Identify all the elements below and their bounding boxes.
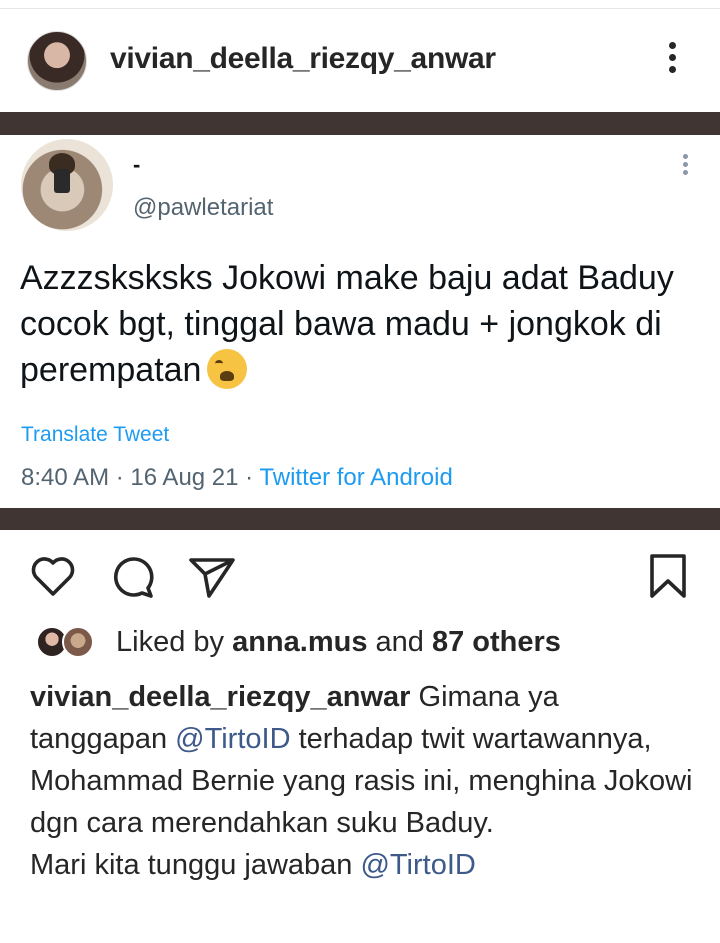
tweet-meta: 8:40 AM · 16 Aug 21 · Twitter for Androi… xyxy=(21,464,453,492)
tweet-display-name: - xyxy=(133,152,141,177)
tweet-body: Azzzsksksks Jokowi make baju adat Baduy … xyxy=(20,259,674,389)
likes-text: Liked by anna.mus and 87 others xyxy=(116,626,561,659)
post-header: vivian_deella_riezqy_anwar xyxy=(0,14,720,106)
bookmark-icon[interactable] xyxy=(640,548,696,604)
tweet-date: 16 Aug 21 xyxy=(130,464,239,491)
meta-separator: · xyxy=(238,464,260,491)
post-action-bar xyxy=(0,548,720,604)
heart-icon[interactable] xyxy=(25,548,81,604)
send-icon[interactable] xyxy=(183,548,239,604)
tweet-more-icon xyxy=(680,154,690,184)
tweet-top-border xyxy=(0,112,720,135)
liker-avatar xyxy=(62,626,94,658)
likes-others-count[interactable]: 87 others xyxy=(432,626,561,658)
liker-username[interactable]: anna.mus xyxy=(232,626,367,658)
crying-face-emoji-icon xyxy=(207,349,248,389)
tweet-screenshot: - @pawletariat Azzzsksksks Jokowi make b… xyxy=(0,112,720,530)
tweet-text: Azzzsksksks Jokowi make baju adat Baduy … xyxy=(20,255,700,393)
caption-mention[interactable]: @TirtoID xyxy=(360,849,475,881)
post-caption: vivian_deella_riezqy_anwar Gimana ya tan… xyxy=(30,676,700,886)
likes-row[interactable]: Liked by anna.mus and 87 others xyxy=(36,624,696,664)
caption-mention[interactable]: @TirtoID xyxy=(175,723,290,755)
tweet-author-avatar xyxy=(21,139,113,231)
more-options-icon[interactable] xyxy=(660,42,684,82)
caption-text: Mari kita tunggu jawaban xyxy=(30,849,361,881)
comment-icon[interactable] xyxy=(104,548,160,604)
translate-tweet-link: Translate Tweet xyxy=(21,423,170,446)
likes-and: and xyxy=(367,626,432,658)
top-divider xyxy=(0,8,720,9)
poster-username[interactable]: vivian_deella_riezqy_anwar xyxy=(110,42,496,76)
caption-username[interactable]: vivian_deella_riezqy_anwar xyxy=(30,681,410,713)
poster-avatar[interactable] xyxy=(27,31,87,91)
likes-prefix: Liked by xyxy=(116,626,233,658)
tweet-handle: @pawletariat xyxy=(133,194,274,221)
tweet-source: Twitter for Android xyxy=(259,464,453,491)
tweet-time: 8:40 AM xyxy=(21,464,110,491)
tweet-bottom-border xyxy=(0,508,720,530)
meta-separator: · xyxy=(109,464,131,491)
